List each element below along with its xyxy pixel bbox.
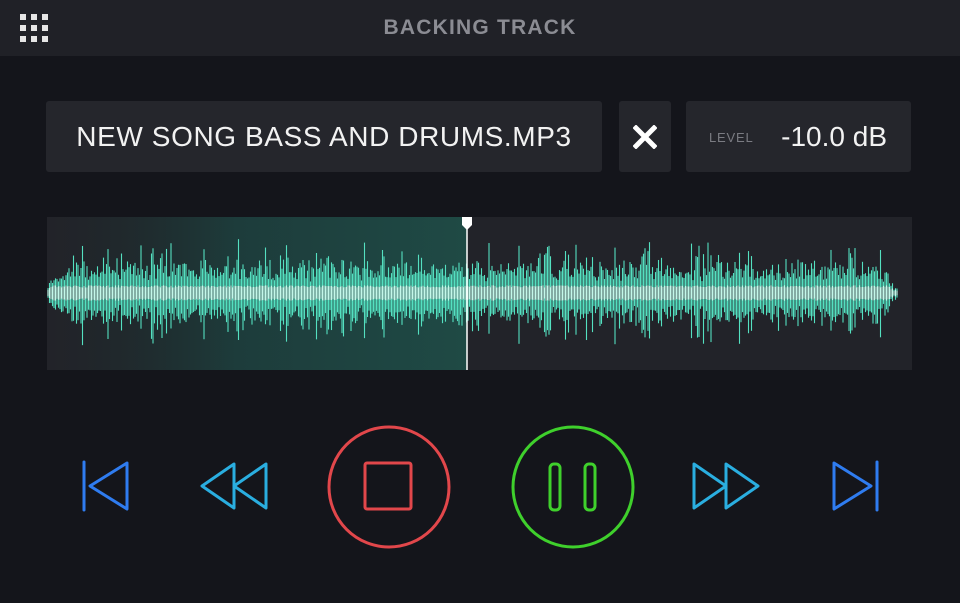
top-bar: BACKING TRACK [0, 0, 960, 56]
track-filename[interactable]: NEW SONG BASS AND DRUMS.MP3 [46, 101, 602, 172]
track-filename-label: NEW SONG BASS AND DRUMS.MP3 [76, 120, 572, 152]
rewind-button[interactable] [199, 458, 271, 514]
stop-icon [327, 425, 451, 549]
close-track-button[interactable] [619, 101, 671, 172]
stop-button[interactable] [326, 424, 452, 550]
close-icon [633, 124, 657, 149]
skip-to-end-button[interactable] [829, 458, 883, 514]
skip-forward-icon [832, 460, 879, 512]
level-label: LEVEL [709, 130, 754, 145]
level-control[interactable]: LEVEL -10.0 dB [686, 101, 911, 172]
pause-icon [511, 425, 635, 549]
waveform-graphic [47, 217, 898, 370]
fast-forward-icon [692, 462, 760, 510]
pause-button[interactable] [511, 424, 635, 550]
fast-forward-button[interactable] [690, 458, 762, 514]
waveform-display[interactable] [47, 217, 912, 370]
level-value: -10.0 dB [781, 121, 887, 152]
skip-to-start-button[interactable] [78, 458, 132, 514]
skip-back-icon [82, 460, 129, 512]
rewind-icon [200, 462, 268, 510]
page-title: BACKING TRACK [383, 16, 577, 39]
